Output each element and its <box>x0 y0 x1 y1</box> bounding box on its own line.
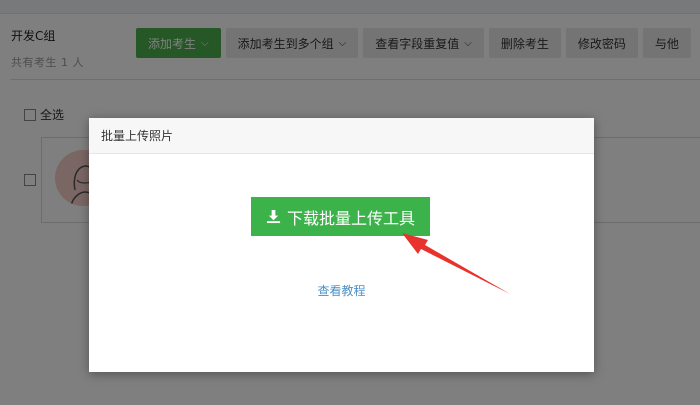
download-upload-tool-button[interactable]: 下载批量上传工具 <box>251 197 430 236</box>
view-tutorial-link[interactable]: 查看教程 <box>89 282 594 299</box>
upload-photos-modal: 批量上传照片 下载批量上传工具 查看教程 <box>89 118 594 372</box>
modal-title: 批量上传照片 <box>101 129 174 143</box>
download-upload-tool-label: 下载批量上传工具 <box>286 208 415 228</box>
modal-header: 批量上传照片 <box>89 118 594 154</box>
download-icon <box>266 209 281 224</box>
